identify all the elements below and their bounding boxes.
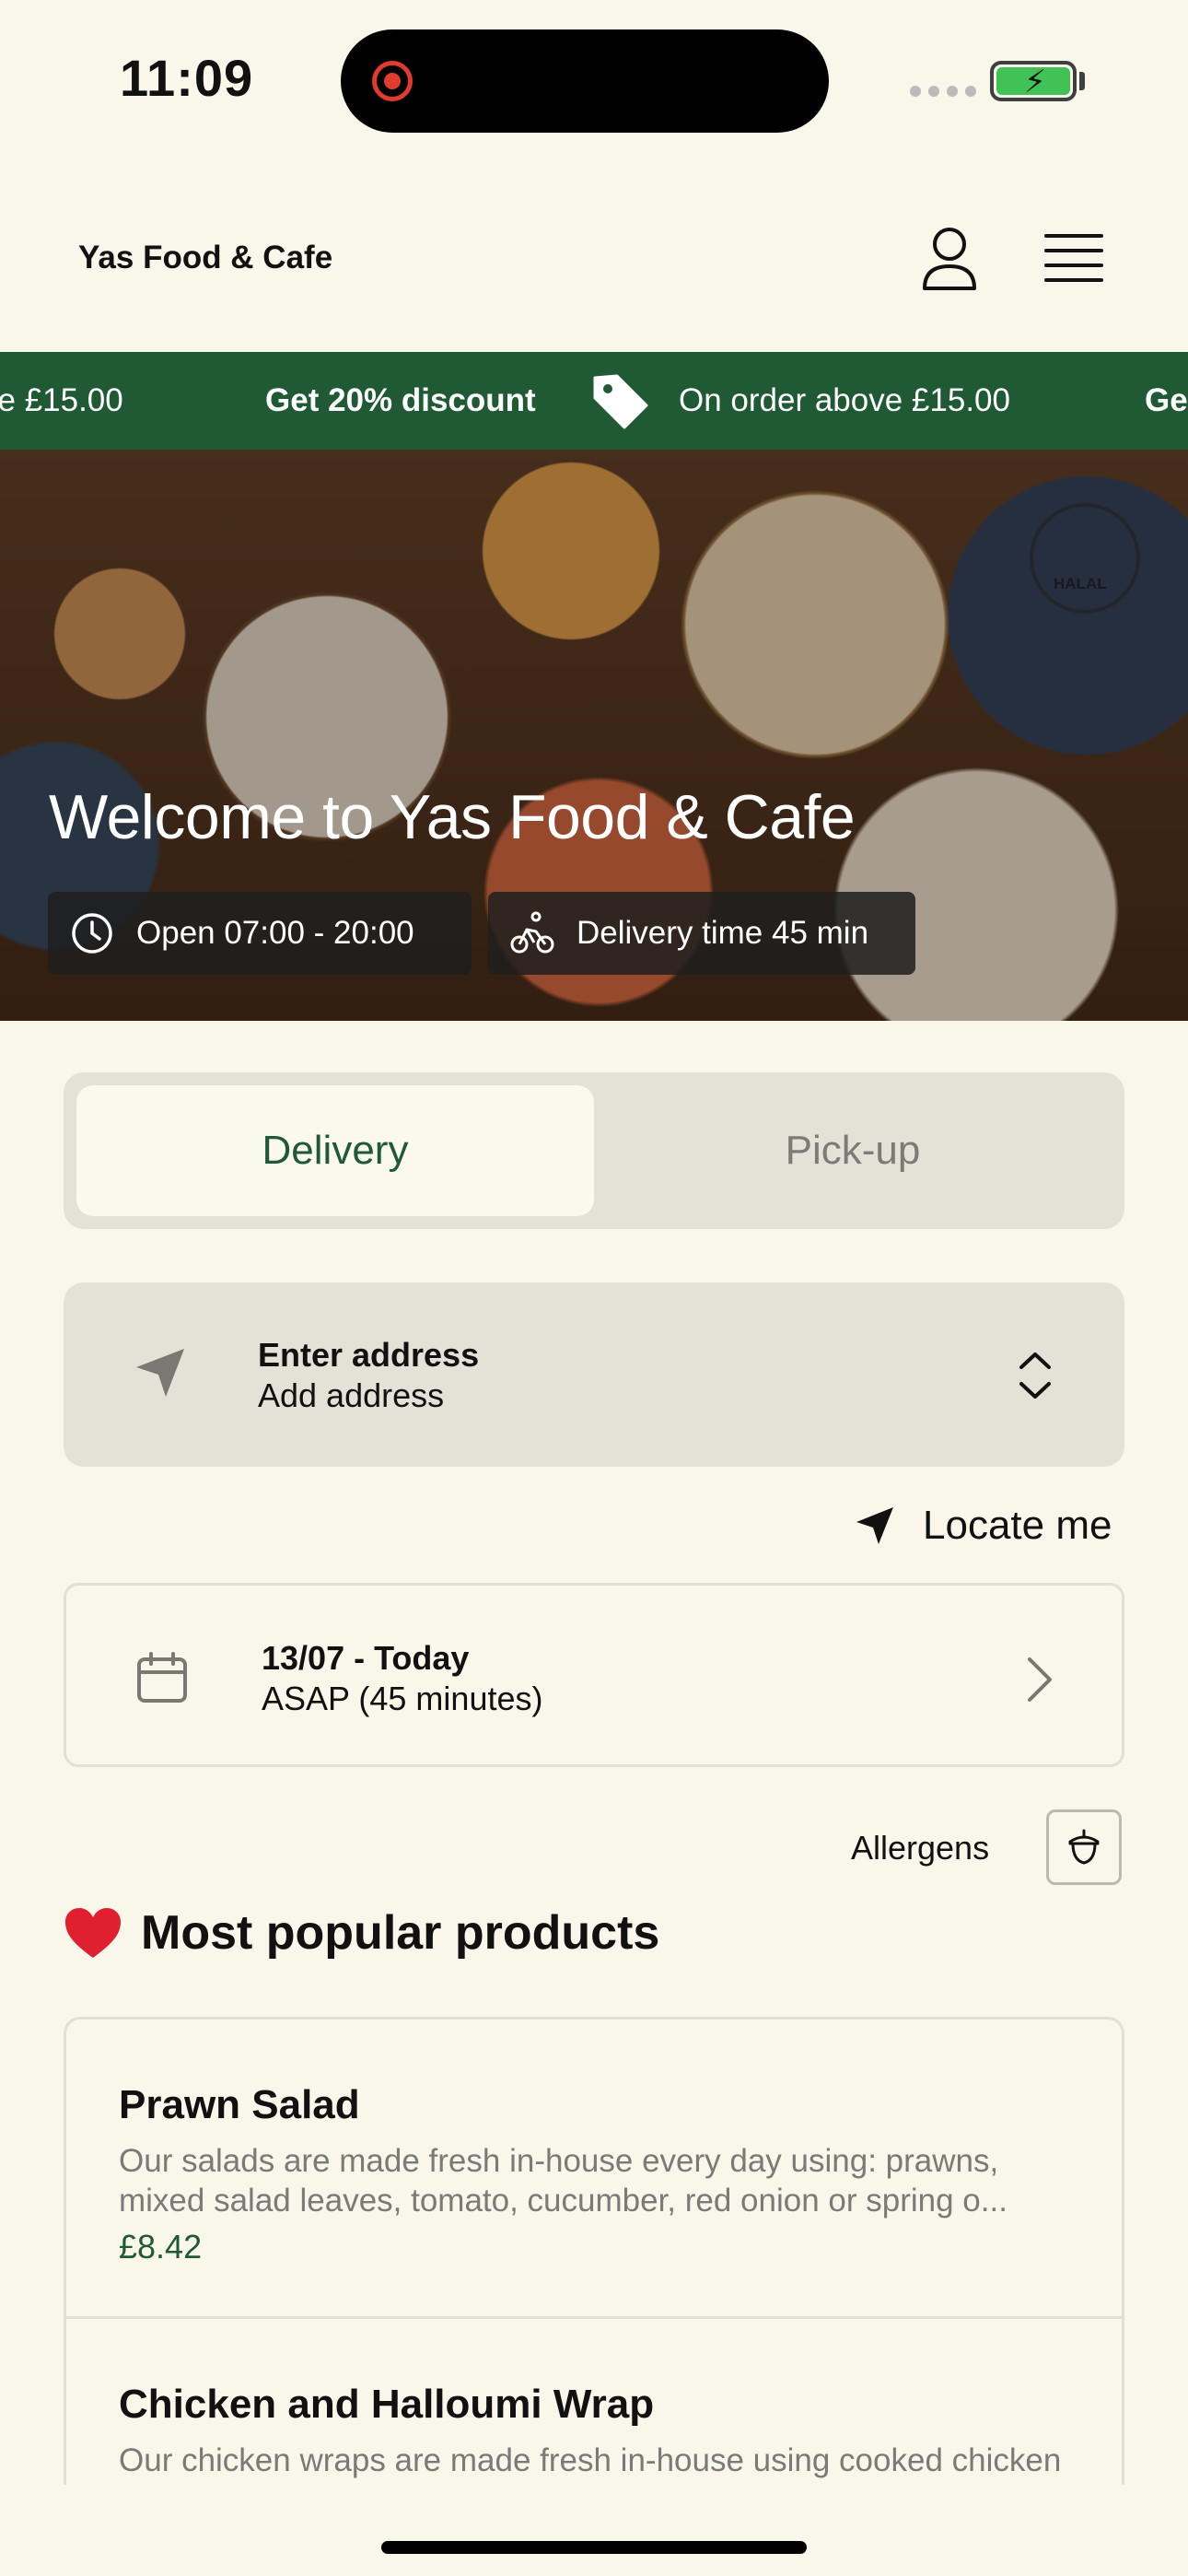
hero-banner: HALAL Welcome to Yas Food & Cafe Open 07… (0, 450, 1188, 1021)
hero-title: Welcome to Yas Food & Cafe (49, 782, 856, 852)
brand-name[interactable]: Yas Food & Cafe (78, 240, 332, 276)
address-subtitle: Add address (258, 1376, 445, 1414)
address-title: Enter address (258, 1336, 480, 1374)
delivery-time-text: Delivery time 45 min (577, 915, 869, 951)
product-name: Prawn Salad (119, 2082, 360, 2127)
product-description: Our chicken wraps are made fresh in-hous… (119, 2442, 1062, 2485)
section-title: Most popular products (64, 1905, 659, 1961)
calendar-icon (137, 1652, 187, 1703)
product-card[interactable]: Chicken and Halloumi Wrap Our chicken wr… (66, 2319, 1122, 2485)
user-account-icon[interactable] (921, 226, 978, 292)
promo-text: Ge (1145, 382, 1188, 418)
product-price: £8.42 (119, 2228, 203, 2266)
locate-me-button[interactable]: Locate me (855, 1498, 1112, 1553)
allergens-button[interactable] (1046, 1809, 1122, 1885)
charging-bolt-icon: ⚡ (1024, 64, 1046, 100)
recording-indicator-icon (372, 61, 413, 101)
section-title-text: Most popular products (141, 1906, 660, 1960)
allergens-label: Allergens (851, 1829, 990, 1867)
schedule-date: 13/07 - Today (262, 1639, 470, 1677)
navigation-arrow-icon (136, 1349, 184, 1397)
tab-delivery[interactable]: Delivery (76, 1085, 594, 1216)
battery-icon: ⚡ (990, 61, 1077, 101)
schedule-selector[interactable]: 13/07 - Today ASAP (45 minutes) (64, 1583, 1124, 1767)
acorn-icon (1068, 1829, 1100, 1865)
app-header: Yas Food & Cafe (0, 184, 1188, 350)
status-time: 11:09 (120, 49, 254, 107)
chevron-right-icon (1028, 1657, 1052, 1702)
order-mode-toggle: Delivery Pick-up (64, 1072, 1124, 1229)
product-name: Chicken and Halloumi Wrap (119, 2382, 655, 2427)
promo-text: On order above £15.00 (679, 382, 1010, 418)
signal-icon (910, 86, 976, 97)
price-tag-icon (593, 374, 648, 429)
product-card[interactable]: Prawn Salad Our salads are made fresh in… (66, 2020, 1122, 2319)
schedule-time: ASAP (45 minutes) (262, 1680, 543, 1717)
opening-hours-text: Open 07:00 - 20:00 (136, 915, 414, 951)
product-description: Our salads are made fresh in-house every… (119, 2143, 1007, 2219)
tab-pickup[interactable]: Pick-up (594, 1085, 1112, 1216)
heart-icon (65, 1908, 121, 1958)
location-arrow-icon (856, 1507, 893, 1544)
address-selector[interactable]: Enter address Add address (64, 1282, 1124, 1467)
promo-banner: ve £15.00 Get 20% discount On order abov… (0, 352, 1188, 450)
bike-courier-icon (510, 911, 554, 954)
halal-logo: HALAL (1030, 503, 1140, 614)
promo-text: Get 20% discount (265, 382, 536, 418)
chevron-up-down-icon (1019, 1352, 1051, 1399)
product-list: Prawn Salad Our salads are made fresh in… (64, 2017, 1124, 2485)
opening-hours-badge: Open 07:00 - 20:00 (48, 892, 472, 975)
clock-icon (72, 913, 112, 954)
dynamic-island (341, 29, 829, 133)
delivery-time-badge: Delivery time 45 min (488, 892, 915, 975)
promo-text: ve £15.00 (0, 382, 123, 418)
status-bar: 11:09 ⚡ (0, 0, 1188, 157)
locate-me-label: Locate me (923, 1503, 1112, 1548)
hamburger-menu-icon[interactable] (1043, 230, 1104, 286)
home-indicator[interactable] (381, 2541, 807, 2554)
